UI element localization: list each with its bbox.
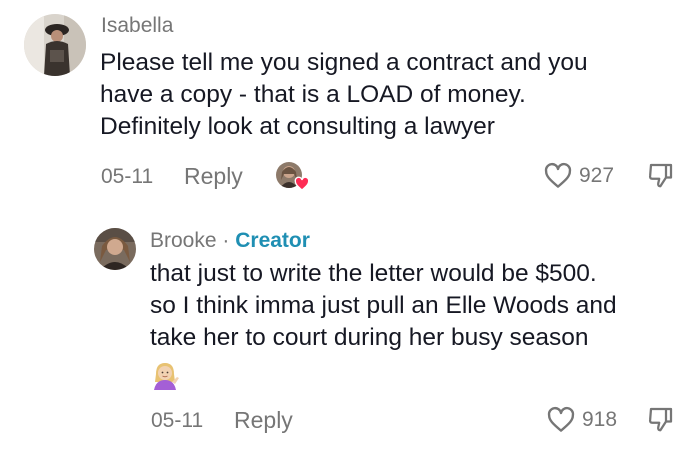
comment-text-line: Definitely look at consulting a lawyer [100,113,495,140]
like-count: 927 [579,164,615,187]
comment-text-line: so I think imma just pull an Elle Woods … [150,292,617,319]
avatar[interactable] [24,14,86,76]
comment-date: 05-11 [151,409,204,432]
avatar[interactable] [94,228,136,270]
comment-text: Please tell me you signed a contract and… [100,47,588,143]
comment-text-line: have a copy - that is a LOAD of money. [100,81,526,108]
comment-thread: Isabella Please tell me you signed a con… [0,0,700,456]
thumbs-down-outline-icon [648,163,673,188]
woman-tipping-hand-emoji [150,360,180,390]
comment-text-line: that just to write the letter would be $… [150,260,597,287]
dislike-button[interactable] [646,160,676,190]
dislike-button[interactable] [646,404,676,434]
reply-button[interactable]: Reply [234,407,293,434]
comment-username[interactable]: Brooke · Creator [150,229,310,253]
creator-liked-badge [276,162,310,191]
comment-text-line: take her to court during her busy season [150,324,589,351]
heart-outline-icon [547,406,575,432]
username-text[interactable]: Brooke [150,229,217,252]
comment-text-line: Please tell me you signed a contract and… [100,49,588,76]
comment-text: that just to write the letter would be $… [150,258,617,354]
comment-date: 05-11 [101,165,154,188]
like-button[interactable]: 927 [543,161,614,191]
comment-username[interactable]: Isabella [101,14,173,38]
heart-outline-icon [544,162,572,188]
reply-button[interactable]: Reply [184,163,243,190]
username-separator: · [222,229,230,252]
like-button[interactable]: 918 [546,405,617,435]
thumbs-down-outline-icon [648,407,673,432]
like-count: 918 [582,408,618,431]
creator-liked-heart-icon [294,176,310,192]
creator-badge: Creator [235,229,310,252]
